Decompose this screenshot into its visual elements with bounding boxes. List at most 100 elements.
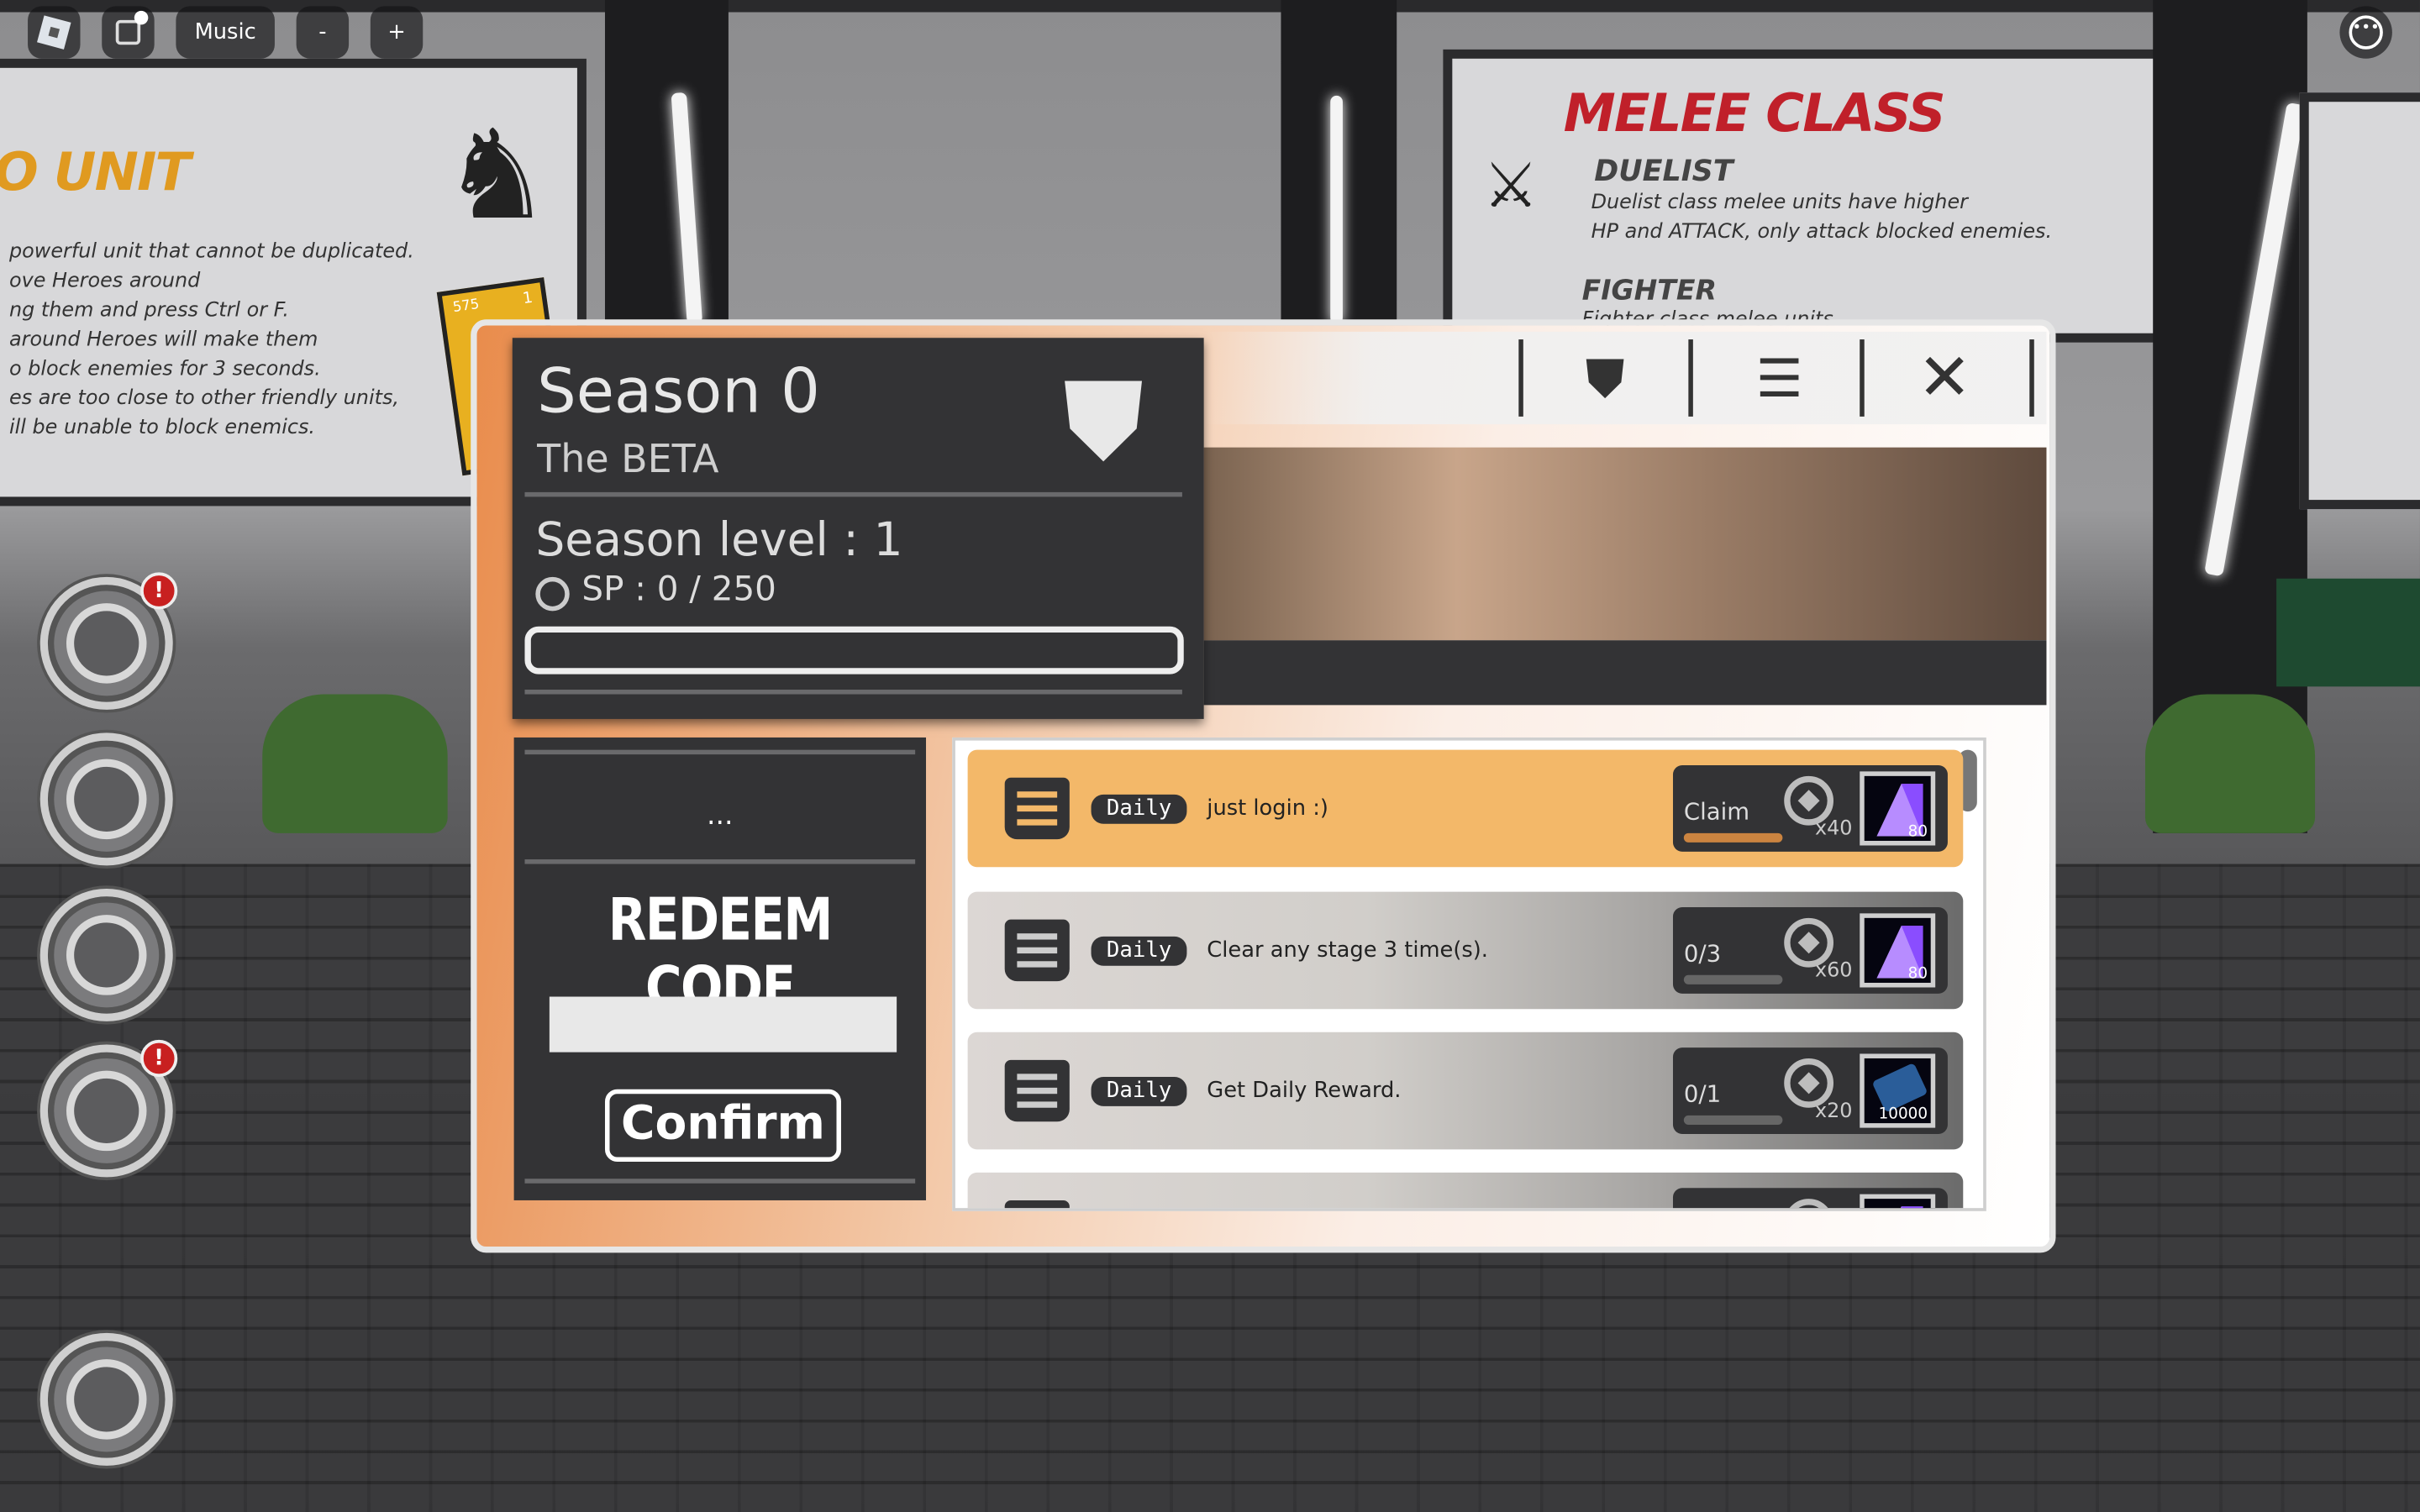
redeem-code-section: ... REDEEM CODE Confirm: [513, 737, 927, 1200]
divider: [524, 690, 1182, 695]
knight-icon: ♞: [441, 103, 553, 247]
summon-icon: [66, 1070, 147, 1152]
volume-up-button[interactable]: +: [370, 6, 424, 59]
reward-item: 10000: [1860, 1053, 1936, 1128]
confirm-button[interactable]: Confirm: [604, 1089, 842, 1163]
quest-list: Daily just login :) Claim x40 80 Daily Clear a…: [952, 737, 1986, 1211]
left-sign-text: powerful unit that cannot be duplicated.…: [9, 238, 414, 443]
music-button[interactable]: Music: [176, 6, 275, 59]
action-button[interactable]: [39, 1332, 173, 1466]
notification-badge: !: [140, 572, 178, 610]
duelist-text: Duelist class melee units have higher: [1591, 191, 1968, 215]
card-count: 1: [521, 290, 534, 308]
shop-icon: [66, 603, 147, 684]
quest-description: just login :): [1207, 795, 1328, 822]
chat-icon: [115, 19, 141, 45]
quests-tab[interactable]: ☰: [1736, 344, 1823, 415]
quest-progress-bar: [1683, 974, 1783, 984]
plant: [2145, 694, 2316, 833]
fighter-title: FIGHTER: [1581, 274, 1717, 307]
shop-button[interactable]: !: [39, 572, 178, 710]
duelist-icon: ⚔: [1483, 150, 1539, 223]
reward-multiplier: x20: [1814, 1100, 1853, 1124]
quest-row: Daily just login :) Claim x40 80: [967, 749, 1964, 868]
quest-progress-bar: [1683, 832, 1783, 843]
scroll-icon: [1004, 777, 1070, 840]
roblox-logo-icon: [37, 15, 71, 50]
quest-description: Get Daily Reward.: [1207, 1078, 1402, 1104]
action-icon: [66, 1359, 147, 1440]
divider: [524, 749, 916, 755]
claim-button[interactable]: Claim x40 80: [1672, 765, 1948, 852]
season-level: Season level : 1: [535, 513, 903, 568]
close-button[interactable]: ✕: [1902, 339, 1988, 415]
card-icon: [1871, 1062, 1928, 1113]
gem-icon: [1876, 1206, 1923, 1209]
quest-reward: 0/3 x60 80: [1672, 906, 1948, 994]
season-banner-image: [1203, 447, 2047, 641]
sp-value: SP : 0 / 250: [581, 570, 776, 610]
scroll-icon: [1004, 1059, 1070, 1122]
cards-button[interactable]: [39, 732, 173, 866]
notification-badge: !: [140, 1039, 178, 1078]
pillar: [604, 0, 729, 324]
roblox-menu-button[interactable]: [28, 6, 81, 59]
divider: [524, 491, 1182, 497]
inventory-icon: [66, 915, 147, 995]
chat-button[interactable]: [102, 6, 155, 59]
reward-multiplier: x40: [1814, 817, 1853, 842]
cards-icon: [66, 759, 147, 840]
duelist-text: HP and ATTACK, only attack blocked enemi…: [1591, 220, 2053, 244]
scroll-icon: [1004, 919, 1070, 982]
panel-tabs: ⛊ ☰ ✕: [1203, 331, 2047, 425]
sign-line: ove Heroes around: [9, 270, 201, 293]
sp-progress-bar: [524, 626, 1184, 675]
divider: [2029, 339, 2034, 417]
quest-row: [967, 1172, 1964, 1209]
redeem-code-input[interactable]: [549, 996, 897, 1053]
quest-progress-bar: [1683, 1115, 1783, 1125]
divider: [524, 859, 916, 864]
ellipsis-icon: •••: [2349, 15, 2383, 50]
more-dots[interactable]: ...: [514, 799, 926, 832]
quest-row: Daily Get Daily Reward. 0/1 x20 10000: [967, 1032, 1964, 1150]
sign-line: powerful unit that cannot be duplicated.: [9, 240, 414, 265]
close-icon: ✕: [1917, 339, 1972, 415]
season-pass-tab[interactable]: ⛊: [1562, 344, 1649, 415]
reward-multiplier: x60: [1814, 959, 1853, 983]
far-sign: [2299, 92, 2420, 510]
hedge: [2276, 578, 2420, 687]
reward-item: 80: [1860, 771, 1936, 846]
more-options-button[interactable]: •••: [2339, 6, 2392, 59]
game-viewport: O UNIT ♞ powerful unit that cannot be du…: [0, 0, 2420, 1512]
quest-status: 0/1: [1683, 1079, 1722, 1108]
item-count: 80: [1907, 965, 1928, 983]
divider: [1688, 339, 1693, 417]
season-badge-icon: ⛊: [1063, 358, 1144, 485]
quest-status: Claim: [1683, 797, 1750, 826]
banner-bar: [1203, 640, 2047, 706]
volume-down-button[interactable]: -: [296, 6, 350, 59]
sign-line: ill be unable to block enemics.: [9, 416, 316, 440]
quest-description: Clear any stage 3 time(s).: [1207, 937, 1488, 963]
right-sign-title: MELEE CLASS: [1563, 83, 1946, 145]
sign-line: ng them and press Ctrl or F.: [9, 299, 289, 323]
badge-icon: ⛊: [1585, 349, 1625, 411]
divider: [1518, 339, 1523, 417]
season-info: Season 0 The BETA ⛊ Season level : 1 SP …: [512, 338, 1204, 719]
quest-type-tag: Daily: [1091, 936, 1187, 966]
divider: [524, 1179, 916, 1184]
inventory-button[interactable]: [39, 888, 173, 1021]
right-sign: MELEE CLASS ⚔ DUELIST Duelist class mele…: [1443, 49, 2215, 343]
quest-status: 0/3: [1683, 939, 1722, 968]
duelist-title: DUELIST: [1594, 154, 1733, 189]
sign-line: around Heroes will make them: [9, 328, 318, 352]
quest-type-tag: Daily: [1091, 1077, 1187, 1106]
item-count: 80: [1907, 823, 1928, 842]
sign-line: o block enemies for 3 seconds.: [9, 358, 321, 381]
divider: [1860, 339, 1865, 417]
quest-row: Daily Clear any stage 3 time(s). 0/3 x60 80: [967, 891, 1964, 1010]
quest-reward: [1672, 1188, 1948, 1209]
summon-button[interactable]: !: [39, 1039, 178, 1178]
plant: [262, 694, 448, 833]
